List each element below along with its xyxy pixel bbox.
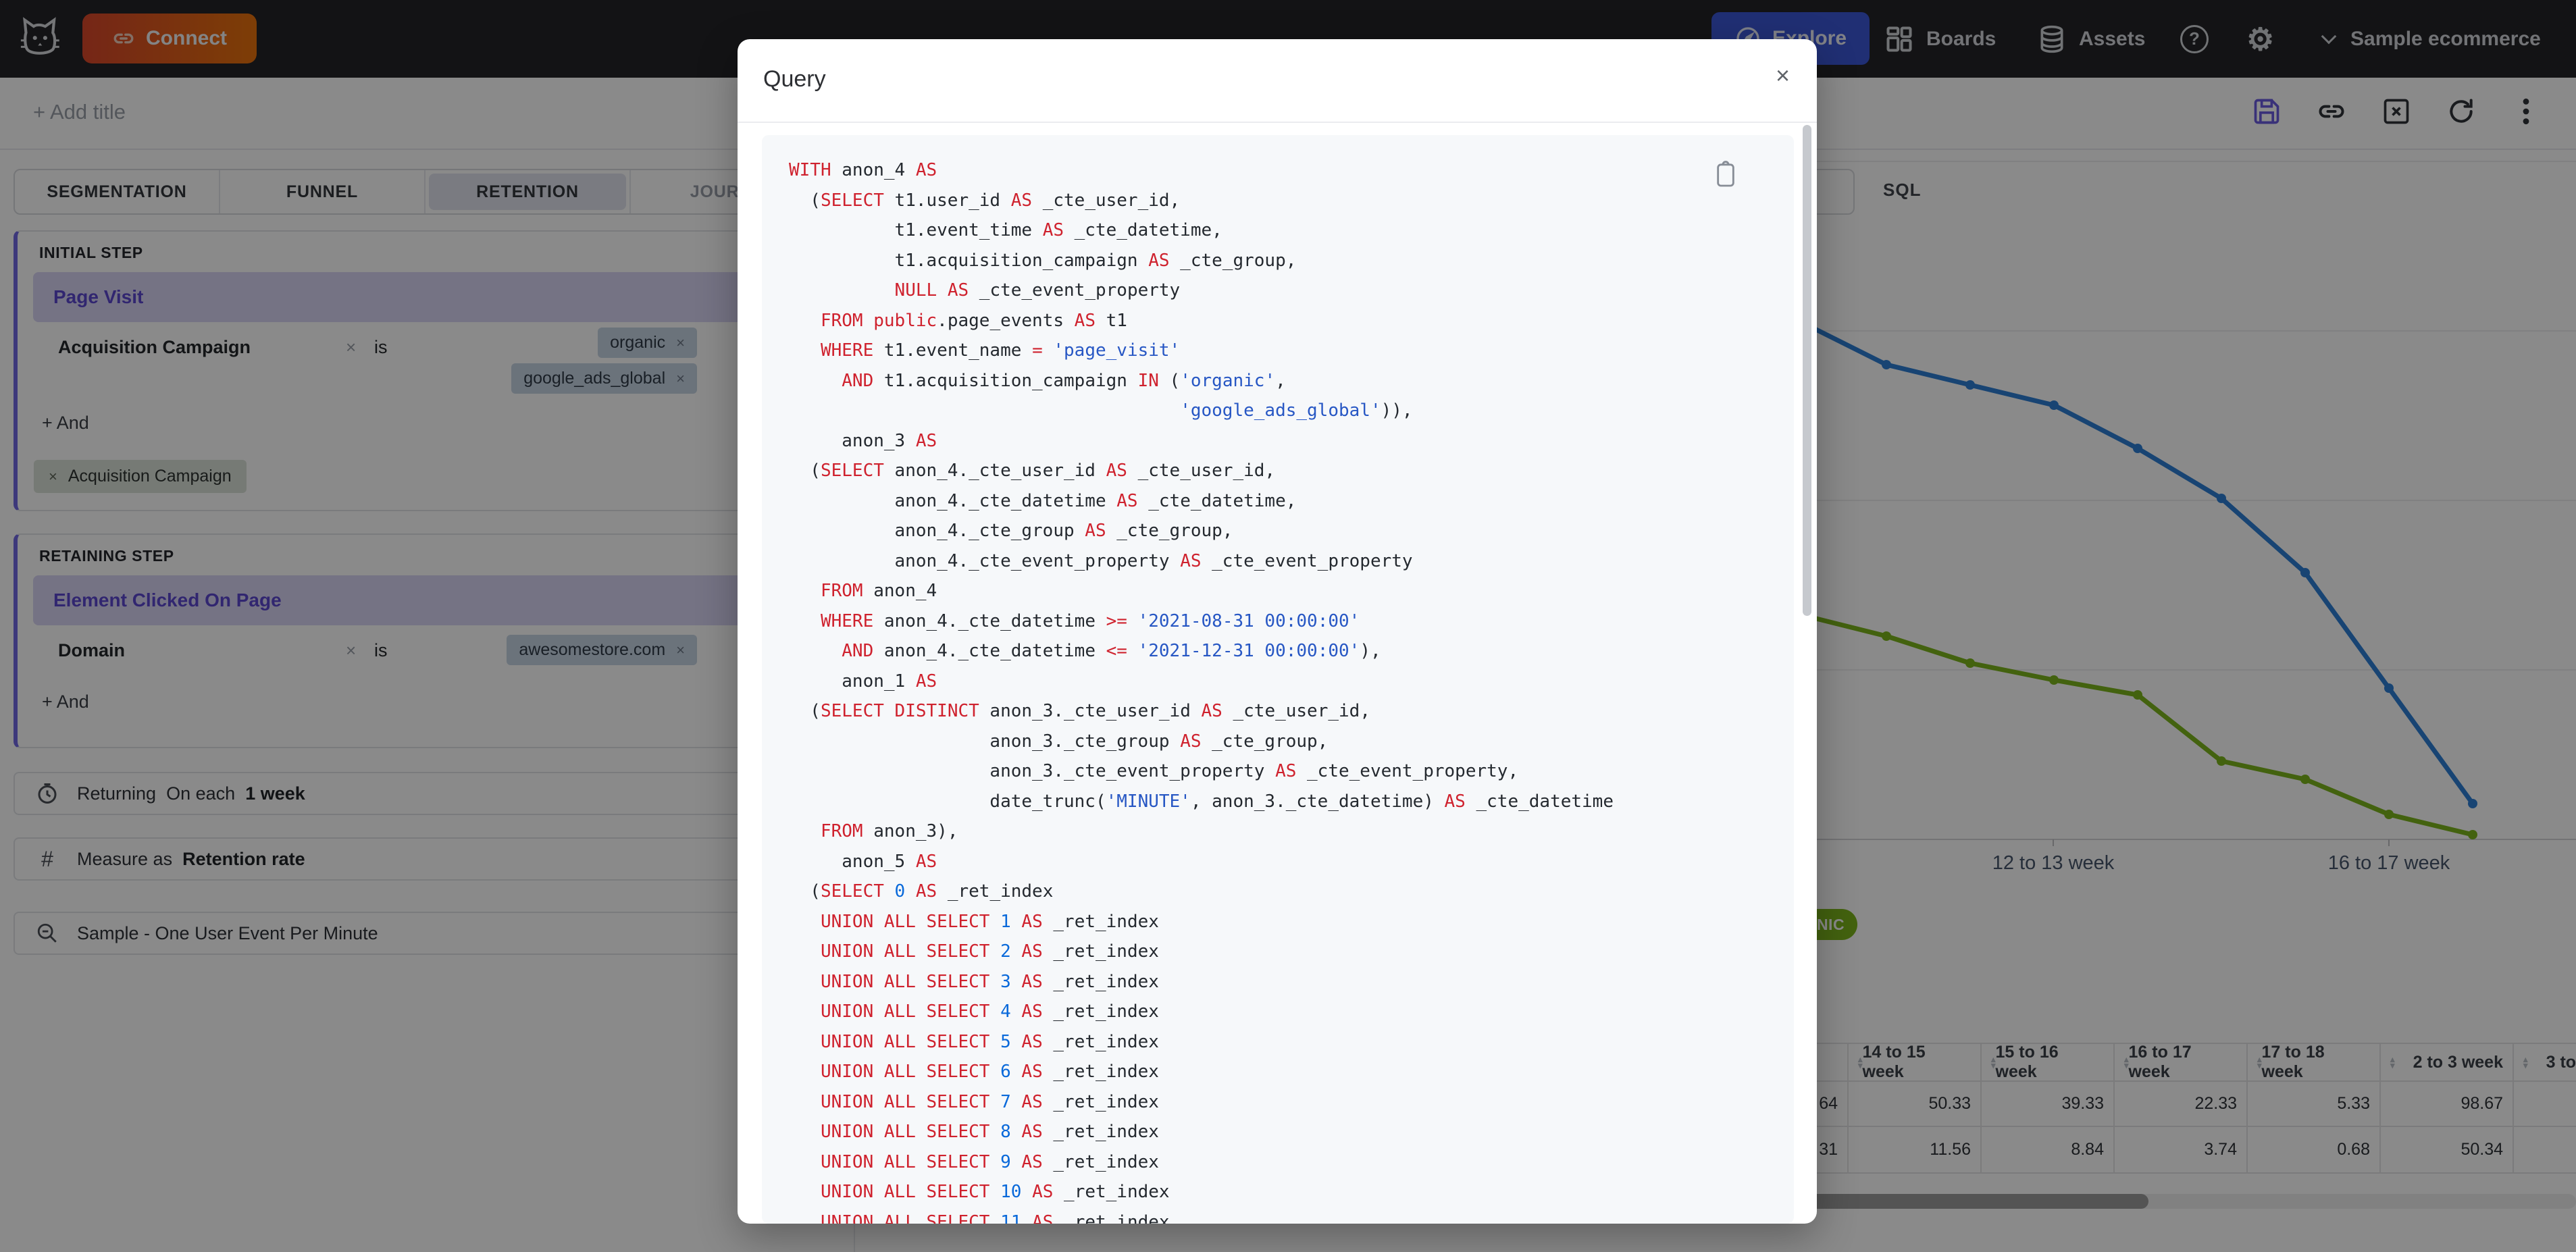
modal-scrollbar-thumb[interactable] [1803, 125, 1811, 616]
modal-title: Query [763, 66, 826, 92]
sql-code-block: WITH anon_4 AS (SELECT t1.user_id AS _ct… [762, 135, 1794, 1224]
sql-code: WITH anon_4 AS (SELECT t1.user_id AS _ct… [789, 160, 1614, 1224]
app-root: Connect Explore Boards Assets ? ⚙ Sample… [0, 0, 2576, 1252]
modal-header: Query × [738, 39, 1817, 122]
copy-icon[interactable] [1714, 161, 1737, 191]
modal-divider [738, 122, 1817, 123]
query-modal: Query × WITH anon_4 AS (SELECT t1.user_i… [738, 39, 1817, 1224]
close-icon[interactable]: × [1776, 63, 1790, 88]
